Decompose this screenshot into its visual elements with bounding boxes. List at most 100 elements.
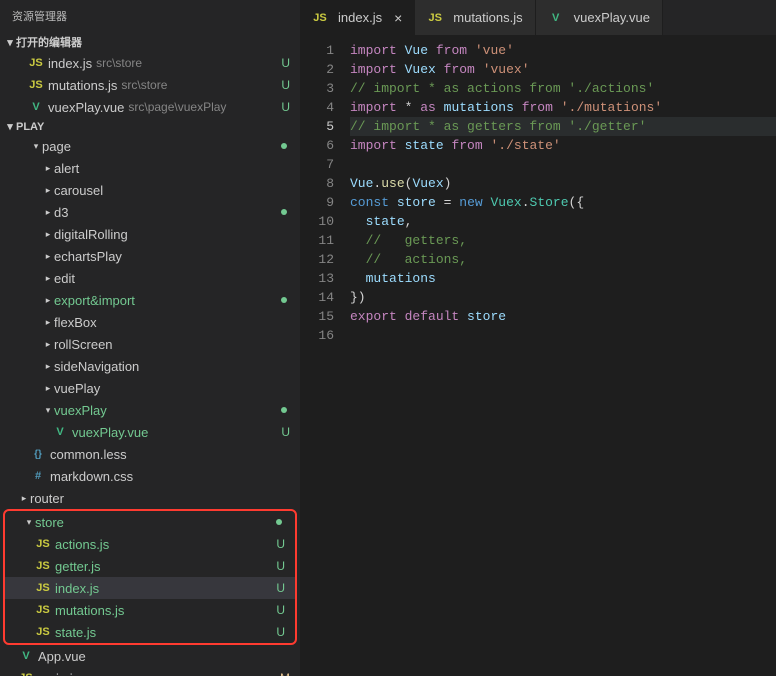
file-item[interactable]: {} common.less: [0, 443, 300, 465]
file-item[interactable]: JSgetter.jsU: [5, 555, 295, 577]
git-dot: [281, 407, 287, 413]
git-status: U: [281, 56, 290, 70]
code-content[interactable]: import Vue from 'vue'import Vuex from 'v…: [350, 41, 776, 676]
code-area[interactable]: 12345678910111213141516 import Vue from …: [300, 35, 776, 676]
git-status: U: [281, 78, 290, 92]
file-item[interactable]: VvuexPlay.vueU: [0, 421, 300, 443]
item-label: edit: [54, 271, 75, 286]
chevron-icon: [42, 383, 54, 394]
folder-item[interactable]: digitalRolling: [0, 223, 300, 245]
file-name: mutations.js: [48, 78, 117, 93]
file-icon: {}: [30, 446, 46, 462]
chevron-down-icon: ▾: [4, 120, 16, 133]
file-icon: JS: [28, 77, 44, 93]
tab-label: index.js: [338, 10, 382, 25]
git-status: U: [276, 559, 285, 573]
sidebar: 资源管理器 ▾ 打开的编辑器 JSindex.jssrc\storeUJSmut…: [0, 0, 300, 676]
highlight-box: storeJSactions.jsUJSgetter.jsUJS index.js…: [3, 509, 297, 645]
line-number: 13: [300, 269, 334, 288]
git-status: U: [276, 537, 285, 551]
folder-item[interactable]: rollScreen: [0, 333, 300, 355]
git-dot: [276, 519, 282, 525]
file-item[interactable]: JSactions.jsU: [5, 533, 295, 555]
file-name: index.js: [48, 56, 92, 71]
item-label: index.js: [55, 581, 99, 596]
folder-item[interactable]: export&import: [0, 289, 300, 311]
file-icon: V: [28, 99, 44, 115]
line-gutter: 12345678910111213141516: [300, 41, 350, 676]
file-item[interactable]: JSmutations.jsU: [5, 599, 295, 621]
code-line: Vue.use(Vuex): [350, 174, 776, 193]
file-name: vuexPlay.vue: [48, 100, 124, 115]
line-number: 7: [300, 155, 334, 174]
chevron-icon: [42, 163, 54, 174]
item-label: carousel: [54, 183, 103, 198]
editor-tabs: JSindex.js×JSmutations.jsVvuexPlay.vue: [300, 0, 776, 35]
code-line: // actions,: [350, 250, 776, 269]
git-status: U: [276, 625, 285, 639]
chevron-icon: [18, 493, 30, 504]
editor-tab[interactable]: VvuexPlay.vue: [536, 0, 663, 35]
tab-label: mutations.js: [453, 10, 522, 25]
folder-item[interactable]: vuePlay: [0, 377, 300, 399]
folder-item[interactable]: carousel: [0, 179, 300, 201]
folder-item[interactable]: echartsPlay: [0, 245, 300, 267]
open-editors-header[interactable]: ▾ 打开的编辑器: [0, 32, 300, 52]
folder-item[interactable]: alert: [0, 157, 300, 179]
open-editor-item[interactable]: JS mutations.js src\store U: [0, 74, 300, 96]
line-number: 5: [300, 117, 334, 136]
file-item[interactable]: JSindex.jsU: [5, 577, 295, 599]
item-label: router: [30, 491, 64, 506]
editor-tab[interactable]: JSmutations.js: [415, 0, 535, 35]
file-item[interactable]: JSmain.jsM: [0, 667, 300, 676]
folder-item[interactable]: store: [5, 511, 295, 533]
item-label: vuePlay: [54, 381, 100, 396]
code-line: import Vuex from 'vuex': [350, 60, 776, 79]
item-label: common.less: [50, 447, 127, 462]
line-number: 14: [300, 288, 334, 307]
item-label: App.vue: [38, 649, 86, 664]
chevron-icon: [23, 517, 35, 528]
folder-item[interactable]: d3: [0, 201, 300, 223]
item-label: digitalRolling: [54, 227, 128, 242]
project-header[interactable]: ▾ PLAY: [0, 118, 300, 135]
editor-tab[interactable]: JSindex.js×: [300, 0, 415, 35]
chevron-icon: [42, 229, 54, 240]
file-item[interactable]: V App.vue: [0, 645, 300, 667]
folder-item[interactable]: vuexPlay: [0, 399, 300, 421]
file-item[interactable]: #markdown.css: [0, 465, 300, 487]
file-icon: V: [548, 10, 564, 26]
git-status: M: [280, 671, 290, 676]
line-number: 10: [300, 212, 334, 231]
item-label: markdown.css: [50, 469, 133, 484]
explorer-title: 资源管理器: [0, 0, 300, 32]
file-path: src\store: [121, 78, 167, 92]
open-editor-item[interactable]: VvuexPlay.vuesrc\page\vuexPlayU: [0, 96, 300, 118]
folder-item[interactable]: page: [0, 135, 300, 157]
line-number: 2: [300, 60, 334, 79]
code-line: // import * as getters from './getter': [350, 117, 776, 136]
git-status: U: [276, 581, 285, 595]
git-dot: [281, 297, 287, 303]
close-icon[interactable]: ×: [394, 10, 402, 26]
line-number: 11: [300, 231, 334, 250]
code-line: import * as mutations from './mutations': [350, 98, 776, 117]
file-icon: V: [18, 648, 34, 664]
item-label: echartsPlay: [54, 249, 122, 264]
chevron-down-icon: ▾: [4, 36, 16, 49]
folder-item[interactable]: sideNavigation: [0, 355, 300, 377]
file-icon: JS: [35, 558, 51, 574]
chevron-icon: [30, 141, 42, 152]
open-editor-item[interactable]: JSindex.jssrc\storeU: [0, 52, 300, 74]
git-status: U: [276, 603, 285, 617]
line-number: 9: [300, 193, 334, 212]
folder-item[interactable]: router: [0, 487, 300, 509]
chevron-icon: [42, 361, 54, 372]
code-line: // getters,: [350, 231, 776, 250]
line-number: 16: [300, 326, 334, 345]
line-number: 6: [300, 136, 334, 155]
chevron-icon: [42, 405, 54, 416]
folder-item[interactable]: edit: [0, 267, 300, 289]
folder-item[interactable]: flexBox: [0, 311, 300, 333]
file-item[interactable]: JSstate.jsU: [5, 621, 295, 643]
